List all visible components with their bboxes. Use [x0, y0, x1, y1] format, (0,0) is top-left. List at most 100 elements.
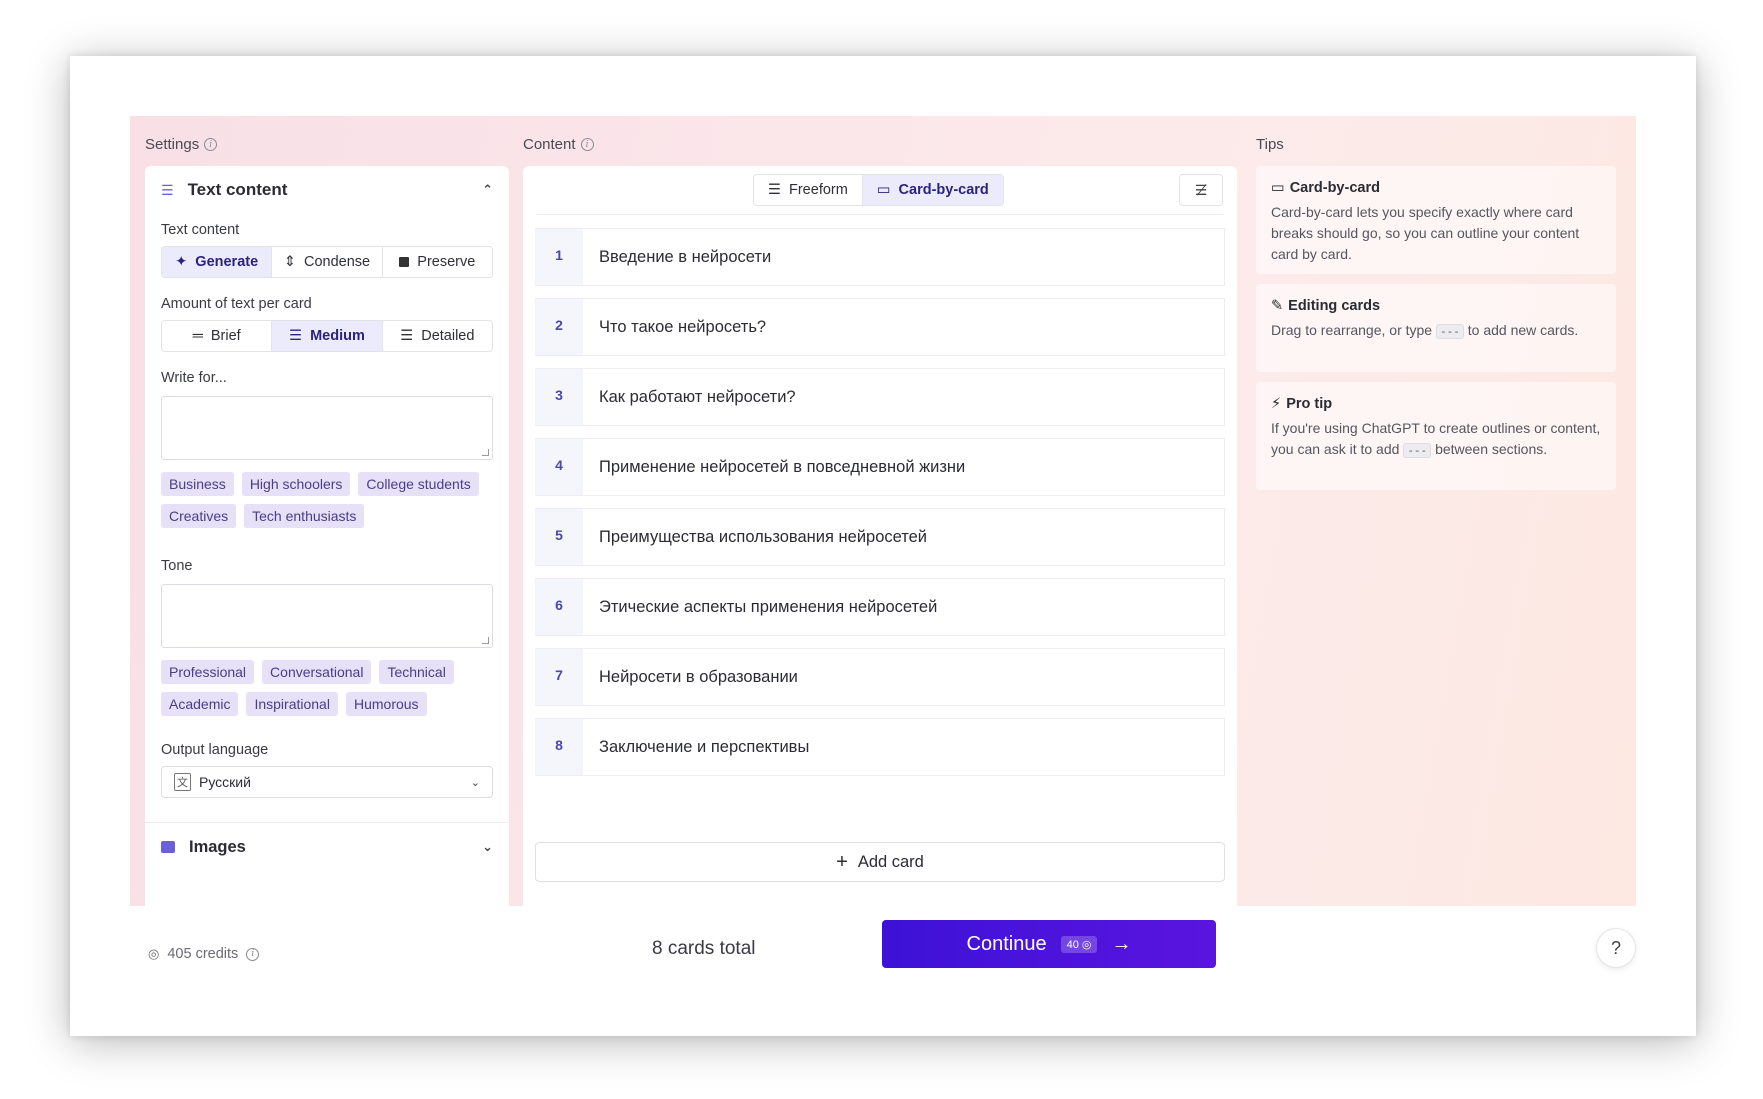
- image-icon: [161, 841, 175, 853]
- amount-label: Amount of text per card: [161, 296, 312, 312]
- chip-academic[interactable]: Academic: [161, 692, 239, 716]
- generate-button[interactable]: ✦ Generate: [162, 247, 273, 277]
- card-title[interactable]: Преимущества использования нейросетей: [583, 509, 1224, 565]
- card-title[interactable]: Этические аспекты применения нейросетей: [583, 579, 1224, 635]
- card-title[interactable]: Заключение и перспективы: [583, 719, 1224, 775]
- card-number: 6: [535, 579, 583, 635]
- chip-college-students[interactable]: College students: [358, 472, 479, 496]
- card-title[interactable]: Что такое нейросеть?: [583, 299, 1224, 355]
- cards-total: 8 cards total: [652, 938, 756, 959]
- text-lines-icon: ☰: [161, 181, 174, 198]
- chip-technical[interactable]: Technical: [379, 660, 454, 684]
- text-content-header[interactable]: ☰ Text content ⌃: [145, 166, 509, 214]
- output-language-label: Output language: [161, 742, 269, 758]
- chevron-down-icon[interactable]: ⌄: [482, 839, 493, 855]
- help-button[interactable]: ?: [1596, 928, 1636, 968]
- mode-toggle: ☰ Freeform ▭ Card-by-card: [753, 174, 1004, 206]
- condense-button[interactable]: ⇕ Condense: [272, 247, 383, 277]
- card-number: 2: [535, 299, 583, 355]
- card-number: 5: [535, 509, 583, 565]
- footer: ◎ 405 credits i 8 cards total Continue 4…: [70, 906, 1696, 1036]
- app-window: Settings i ☰ Text content ⌃ Text content…: [70, 56, 1696, 1036]
- tone-label: Tone: [161, 558, 193, 574]
- plus-icon: +: [836, 850, 848, 873]
- tip-card-by-card: ▭ Card-by-card Card-by-card lets you spe…: [1256, 166, 1616, 274]
- coins-icon: ◎: [148, 946, 160, 961]
- chip-high-schoolers[interactable]: High schoolers: [241, 472, 351, 496]
- card-row[interactable]: 6 Этические аспекты применения нейросете…: [535, 578, 1225, 636]
- write-for-textarea[interactable]: [161, 396, 493, 460]
- continue-button[interactable]: Continue 40 ◎ →: [882, 920, 1216, 968]
- cards-icon: ▭: [1271, 180, 1285, 196]
- sparkle-icon: ✦: [175, 254, 188, 270]
- info-icon[interactable]: i: [246, 947, 260, 961]
- settings-label: Settings i: [145, 136, 218, 153]
- chip-inspirational[interactable]: Inspirational: [246, 692, 338, 716]
- card-row[interactable]: 3 Как работают нейросети?: [535, 368, 1225, 426]
- toolbar-divider: [537, 214, 1223, 215]
- medium-button[interactable]: ☰ Medium: [272, 321, 383, 351]
- brief-button[interactable]: ═ Brief: [162, 321, 273, 351]
- card-list: 1 Введение в нейросети 2 Что такое нейро…: [535, 228, 1225, 788]
- write-for-label: Write for...: [161, 370, 227, 386]
- card-number: 8: [535, 719, 583, 775]
- card-number: 7: [535, 649, 583, 705]
- card-row[interactable]: 2 Что такое нейросеть?: [535, 298, 1225, 356]
- audience-chips: Business High schoolers College students…: [161, 472, 491, 528]
- credits-display: ◎ 405 credits i: [148, 946, 260, 962]
- info-icon[interactable]: i: [580, 138, 594, 151]
- credit-cost-badge: 40 ◎: [1060, 935, 1098, 953]
- text-content-label: Text content: [161, 222, 240, 238]
- clear-formatting-button[interactable]: ☰̸: [1179, 174, 1223, 206]
- card-row[interactable]: 4 Применение нейросетей в повседневной ж…: [535, 438, 1225, 496]
- add-card-button[interactable]: + Add card: [535, 842, 1225, 882]
- card-title[interactable]: Как работают нейросети?: [583, 369, 1224, 425]
- chip-creatives[interactable]: Creatives: [161, 504, 237, 528]
- card-by-card-tab[interactable]: ▭ Card-by-card: [862, 175, 1003, 205]
- arrow-right-icon: →: [1111, 932, 1132, 955]
- card-title[interactable]: Применение нейросетей в повседневной жиз…: [583, 439, 1224, 495]
- info-icon[interactable]: i: [204, 138, 218, 151]
- card-title[interactable]: Нейросети в образовании: [583, 649, 1224, 705]
- app-canvas: Settings i ☰ Text content ⌃ Text content…: [130, 116, 1636, 906]
- content-label: Content i: [523, 136, 594, 153]
- tone-chips: Professional Conversational Technical Ac…: [161, 660, 491, 716]
- card-row[interactable]: 1 Введение в нейросети: [535, 228, 1225, 286]
- chip-business[interactable]: Business: [161, 472, 234, 496]
- detailed-button[interactable]: ☰ Detailed: [382, 321, 492, 351]
- tip-pro-tip: ⚡ Pro tip If you're using ChatGPT to cre…: [1256, 382, 1616, 490]
- chevron-up-icon[interactable]: ⌃: [482, 182, 493, 198]
- card-number: 1: [535, 229, 583, 285]
- cards-icon: ▭: [876, 182, 891, 198]
- chip-tech-enthusiasts[interactable]: Tech enthusiasts: [244, 504, 365, 528]
- card-number: 3: [535, 369, 583, 425]
- tone-textarea[interactable]: [161, 584, 493, 648]
- lightning-icon: ⚡: [1271, 396, 1282, 412]
- medium-icon: ☰: [289, 328, 303, 344]
- card-number: 4: [535, 439, 583, 495]
- chip-professional[interactable]: Professional: [161, 660, 255, 684]
- settings-panel: ☰ Text content ⌃ Text content ✦ Generate…: [145, 166, 509, 906]
- amount-segmented: ═ Brief ☰ Medium ☰ Detailed: [161, 320, 493, 352]
- language-icon: 文: [174, 773, 191, 791]
- freeform-tab[interactable]: ☰ Freeform: [754, 175, 863, 205]
- chip-conversational[interactable]: Conversational: [262, 660, 372, 684]
- clear-format-icon: ☰̸: [1194, 181, 1208, 198]
- card-title[interactable]: Введение в нейросети: [583, 229, 1224, 285]
- tips-label: Tips: [1256, 136, 1284, 153]
- output-language-select[interactable]: 文 Русский ⌄: [161, 766, 493, 798]
- condense-icon: ⇕: [283, 254, 297, 270]
- card-row[interactable]: 8 Заключение и перспективы: [535, 718, 1225, 776]
- images-header[interactable]: Images ⌄: [145, 823, 509, 871]
- card-row[interactable]: 7 Нейросети в образовании: [535, 648, 1225, 706]
- detailed-icon: ☰: [400, 328, 414, 344]
- chip-humorous[interactable]: Humorous: [345, 692, 427, 716]
- chevron-down-icon: ⌄: [470, 776, 480, 789]
- content-panel: ☰ Freeform ▭ Card-by-card ☰̸ 1 Введение …: [523, 166, 1237, 906]
- preserve-button[interactable]: Preserve: [382, 247, 492, 277]
- lock-icon: [399, 257, 410, 267]
- text-mode-segmented: ✦ Generate ⇕ Condense Preserve: [161, 246, 493, 278]
- card-row[interactable]: 5 Преимущества использования нейросетей: [535, 508, 1225, 566]
- edit-icon: ✎: [1271, 298, 1284, 314]
- brief-icon: ═: [192, 328, 203, 344]
